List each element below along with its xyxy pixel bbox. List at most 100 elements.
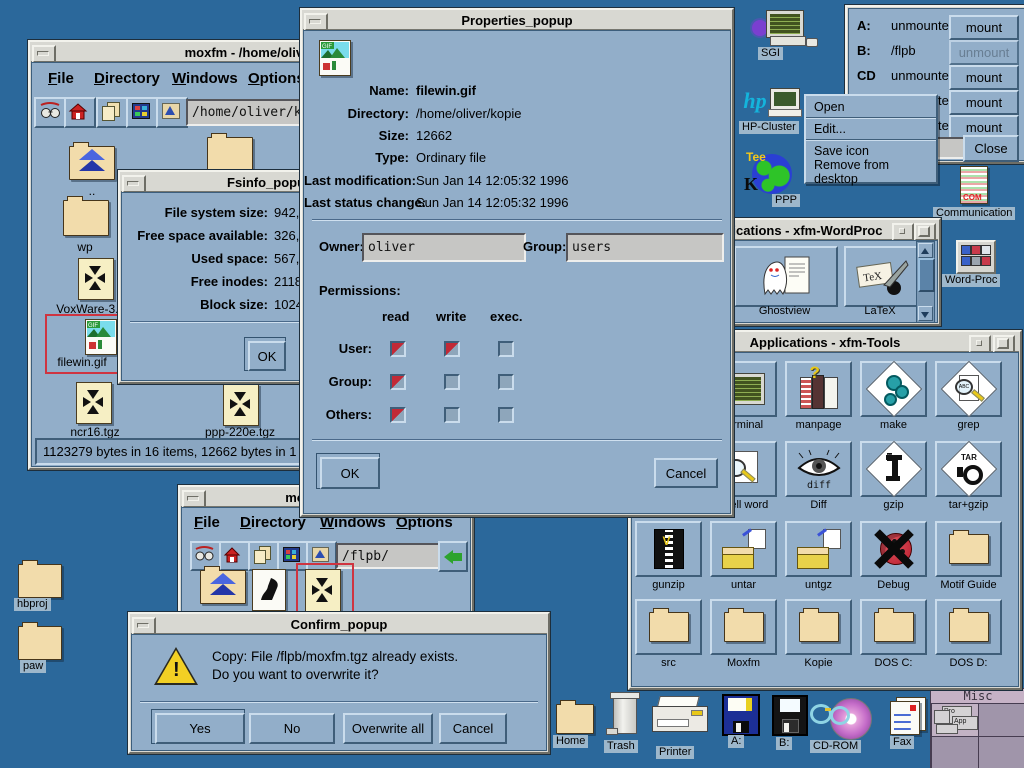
misc-window[interactable]: Misc Pro App bbox=[930, 688, 1024, 768]
desktop-icon-paw[interactable]: paw bbox=[14, 620, 74, 674]
desktop-icon-floppy-a[interactable]: A: bbox=[718, 692, 762, 750]
file-item-folder2[interactable] bbox=[207, 137, 253, 173]
iconify-button[interactable] bbox=[969, 335, 991, 353]
file-item-moxfm-tgz[interactable] bbox=[305, 569, 341, 613]
desktop-icon-home[interactable]: Home bbox=[552, 698, 598, 752]
checkbox-user-exec[interactable] bbox=[498, 341, 514, 357]
iconify-button[interactable] bbox=[892, 223, 914, 241]
wordproc-scrollbar[interactable] bbox=[916, 241, 935, 323]
app-ghostview[interactable] bbox=[734, 246, 838, 307]
tool-manpage[interactable]: ? bbox=[785, 361, 852, 417]
desktop-icon-fax[interactable]: Fax bbox=[884, 695, 930, 755]
tool-moxfm[interactable] bbox=[710, 599, 777, 655]
owner-field[interactable]: oliver bbox=[362, 233, 526, 262]
menu-item-remove-from-desktop[interactable]: Remove from desktop bbox=[806, 161, 936, 182]
menu-directory[interactable]: Directory bbox=[240, 514, 306, 531]
desktop-icon-communication[interactable]: COM Communication bbox=[930, 166, 1022, 224]
menu-file[interactable]: File bbox=[48, 70, 74, 87]
file-item-wp[interactable] bbox=[63, 200, 109, 236]
minimize-button[interactable] bbox=[122, 175, 146, 193]
app-latex[interactable]: TeX bbox=[844, 246, 920, 307]
mount-a-button[interactable]: mount bbox=[949, 15, 1019, 40]
copy-button[interactable] bbox=[248, 541, 279, 571]
checkbox-others-write[interactable] bbox=[444, 407, 460, 423]
file-item-up[interactable] bbox=[69, 142, 115, 180]
home-button[interactable] bbox=[64, 97, 96, 128]
desktop-icon-sgi[interactable]: SGI bbox=[750, 6, 820, 62]
tool-kopie[interactable] bbox=[785, 599, 852, 655]
mount-cd-button[interactable]: mount bbox=[949, 65, 1019, 90]
minimize-button[interactable] bbox=[132, 617, 156, 635]
confirm-no-button[interactable]: No bbox=[249, 713, 335, 744]
misc-cell-active[interactable]: Pro App bbox=[931, 703, 979, 737]
checkbox-user-read[interactable] bbox=[390, 341, 406, 357]
desktop-icon-cdrom[interactable]: CD-ROM bbox=[808, 696, 874, 758]
menu-item-edit[interactable]: Edit... bbox=[806, 118, 936, 140]
tool-dos-c[interactable] bbox=[860, 599, 927, 655]
misc-cell[interactable] bbox=[978, 703, 1024, 737]
tool-make[interactable] bbox=[860, 361, 927, 417]
copy-button[interactable] bbox=[96, 97, 128, 128]
checkbox-group-read[interactable] bbox=[390, 374, 406, 390]
unmount-b-button[interactable]: unmount bbox=[949, 40, 1019, 65]
desktop-icon-hp-cluster[interactable]: hp HP-Cluster bbox=[738, 84, 808, 140]
minimize-button[interactable] bbox=[182, 490, 206, 508]
scroll-up-arrow[interactable] bbox=[918, 243, 933, 258]
up-directory-button[interactable] bbox=[156, 97, 188, 128]
checkbox-group-exec[interactable] bbox=[498, 374, 514, 390]
mount-close-button[interactable]: Close bbox=[963, 135, 1019, 162]
tool-gunzip[interactable]: V bbox=[635, 521, 702, 577]
menu-directory[interactable]: Directory bbox=[94, 70, 160, 87]
group-field[interactable]: users bbox=[566, 233, 724, 262]
menu-windows[interactable]: Windows bbox=[172, 70, 238, 87]
minimize-button[interactable] bbox=[304, 13, 328, 31]
confirm-overwrite-all-button[interactable]: Overwrite all bbox=[343, 713, 433, 744]
file-item-boot[interactable] bbox=[252, 569, 286, 611]
menu-file[interactable]: File bbox=[194, 514, 220, 531]
file-item-filewin[interactable]: GIF bbox=[85, 319, 117, 355]
tool-dos-d[interactable] bbox=[935, 599, 1002, 655]
menu-options[interactable]: Options bbox=[248, 70, 305, 87]
tool-tar-gzip[interactable]: TAR bbox=[935, 441, 1002, 497]
fsinfo-ok-button[interactable]: OK bbox=[248, 341, 286, 371]
tool-gzip[interactable]: ZIP bbox=[860, 441, 927, 497]
checkbox-group-write[interactable] bbox=[444, 374, 460, 390]
checkbox-user-write[interactable] bbox=[444, 341, 460, 357]
file-item-up[interactable] bbox=[200, 566, 246, 604]
confirm-yes-button[interactable]: Yes bbox=[155, 713, 245, 744]
tool-untgz[interactable] bbox=[785, 521, 852, 577]
file-item-ncr16[interactable] bbox=[76, 382, 112, 424]
maximize-button[interactable] bbox=[993, 335, 1015, 353]
desktop-icon-word-proc[interactable]: Word-Proc bbox=[938, 240, 1018, 292]
misc-cell[interactable] bbox=[931, 736, 979, 768]
scrollbar-thumb[interactable] bbox=[918, 258, 935, 292]
misc-cell[interactable] bbox=[978, 736, 1024, 768]
windows-button[interactable] bbox=[126, 97, 158, 128]
tool-debug[interactable] bbox=[860, 521, 927, 577]
desktop-icon-hbproj[interactable]: hbproj bbox=[14, 558, 74, 612]
file-item-ppp220e[interactable] bbox=[223, 384, 259, 426]
tool-src[interactable] bbox=[635, 599, 702, 655]
tool-untar[interactable] bbox=[710, 521, 777, 577]
tool-grep[interactable]: ABC bbox=[935, 361, 1002, 417]
desktop-icon-floppy-b[interactable]: B: bbox=[768, 693, 810, 751]
desktop-icon-trash[interactable]: Trash bbox=[602, 690, 648, 756]
menu-item-open[interactable]: Open bbox=[806, 96, 936, 118]
desktop-icon-ppp[interactable]: Tee K PPP bbox=[744, 150, 808, 212]
checkbox-others-exec[interactable] bbox=[498, 407, 514, 423]
tool-motif-guide[interactable] bbox=[935, 521, 1002, 577]
tool-diff[interactable]: diff bbox=[785, 441, 852, 497]
checkbox-others-read[interactable] bbox=[390, 407, 406, 423]
find-button[interactable] bbox=[34, 97, 66, 128]
minimize-button[interactable] bbox=[32, 45, 56, 63]
back-button[interactable] bbox=[438, 541, 468, 572]
properties-titlebar[interactable]: Properties_popup bbox=[303, 11, 731, 30]
properties-ok-button[interactable]: OK bbox=[320, 457, 380, 489]
desktop-icon-printer[interactable]: Printer bbox=[648, 694, 710, 764]
properties-cancel-button[interactable]: Cancel bbox=[654, 458, 718, 488]
confirm-titlebar[interactable]: Confirm_popup bbox=[131, 615, 547, 634]
maximize-button[interactable] bbox=[914, 223, 936, 241]
confirm-cancel-button[interactable]: Cancel bbox=[439, 713, 507, 744]
file-item-voxware[interactable] bbox=[78, 258, 114, 300]
mount-c-button[interactable]: mount bbox=[949, 90, 1019, 115]
